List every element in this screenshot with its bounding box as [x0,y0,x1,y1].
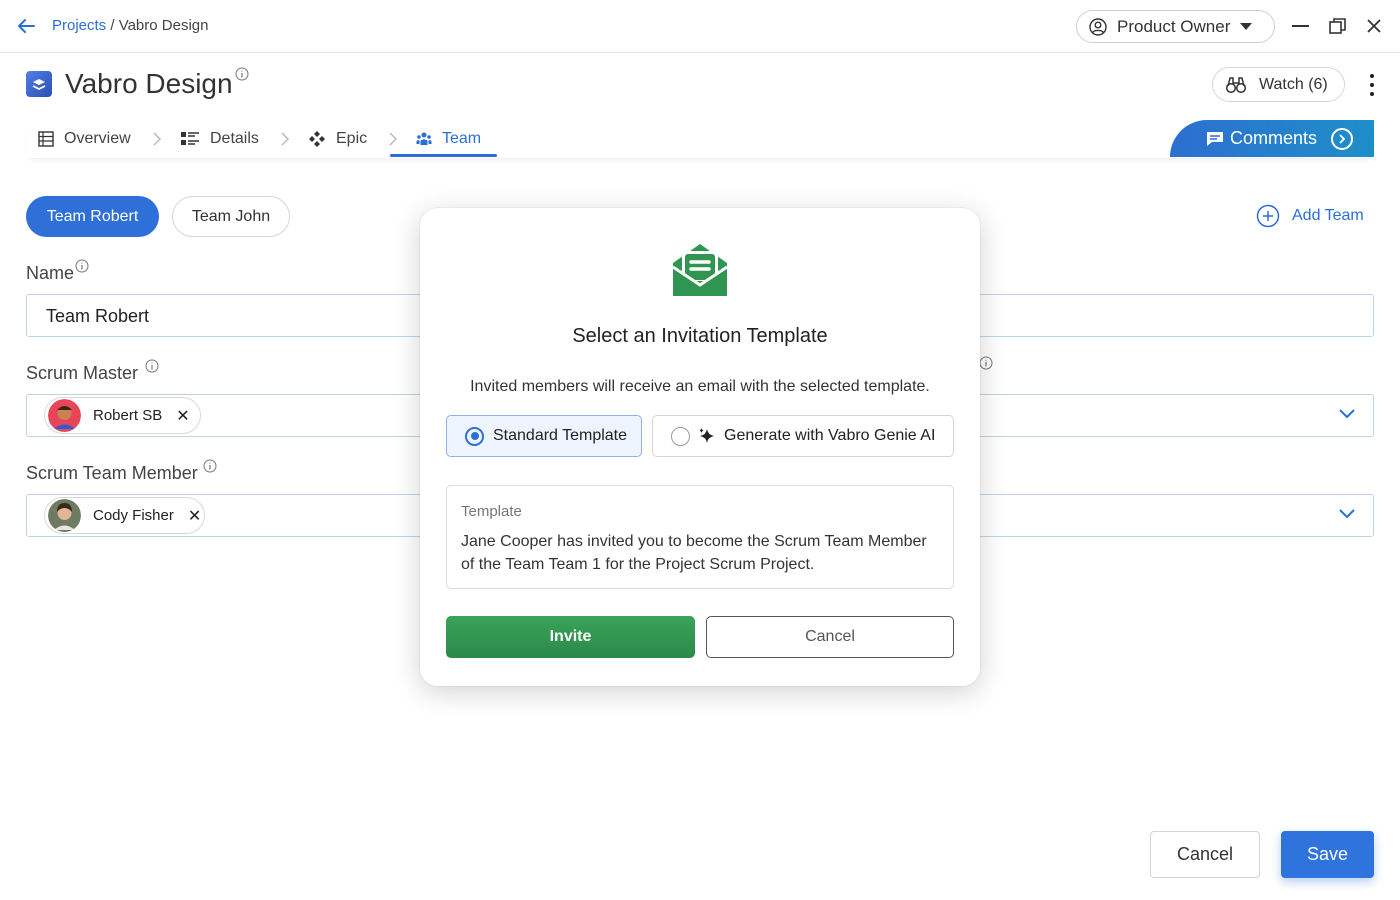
breadcrumb-separator: / [106,17,119,34]
info-icon[interactable] [979,356,993,370]
scrum-master-label: Scrum Master [26,363,139,383]
avatar [48,499,81,532]
scrum-master-name: Robert SB [93,407,163,424]
name-field-value: Team Robert [46,306,150,326]
chevron-right-icon [153,132,162,146]
team-member-name: Cody Fisher [93,507,174,524]
watch-label: Watch (6) [1259,75,1328,93]
invite-button[interactable]: Invite [446,616,695,658]
more-vertical-icon[interactable] [1364,72,1380,98]
close-window-icon[interactable] [1364,16,1384,36]
chevron-right-icon [389,132,398,146]
chevron-right-icon [281,132,290,146]
user-circle-icon [1089,17,1107,36]
info-icon[interactable] [75,259,89,273]
tab-team[interactable]: Team [416,120,481,158]
template-label: Template [461,503,522,520]
tab-epic-label: Epic [336,130,368,147]
radio-selected-icon[interactable] [465,426,484,446]
team-chip-robert[interactable]: Team Robert [26,196,159,237]
template-text: Jane Cooper has invited you to become th… [461,533,927,573]
list-icon [38,131,54,147]
generate-ai-option[interactable]: Generate with Vabro Genie AI [652,415,954,457]
restore-window-icon[interactable] [1328,16,1348,36]
sparkle-icon [699,428,714,443]
tab-overview[interactable]: Overview [38,120,131,158]
back-arrow-icon[interactable] [14,14,38,38]
invitation-template-dialog: Select an Invitation Template Invited me… [420,208,980,686]
role-select-value: Product Owner [1117,16,1231,36]
team-chip-john[interactable]: Team John [172,196,290,237]
info-icon[interactable] [235,67,249,81]
team-member-chip: Cody Fisher ✕ [44,497,205,534]
tab-overview-label: Overview [64,130,131,147]
standard-template-label: Standard Template [493,427,628,444]
add-team-label: Add Team [1292,207,1364,224]
arrow-right-circle-icon [1331,127,1354,150]
tab-details-label: Details [210,130,259,147]
dialog-description: Invited members will receive an email wi… [470,378,930,395]
team-icon [416,132,432,145]
breadcrumb-projects-link[interactable]: Projects [52,17,106,34]
active-tab-indicator [390,154,497,157]
details-icon [181,132,199,145]
comment-icon [1207,131,1223,146]
generate-ai-label: Generate with Vabro Genie AI [724,427,936,444]
standard-template-option[interactable]: Standard Template [446,415,642,457]
minimize-icon[interactable] [1292,25,1309,27]
project-logo-icon [26,71,52,97]
info-icon[interactable] [203,459,217,473]
page-title: Vabro Design [65,68,233,99]
envelope-open-icon [672,244,728,296]
info-icon[interactable] [145,359,159,373]
watch-button[interactable]: Watch (6) [1212,67,1345,102]
chevron-down-icon[interactable] [1339,409,1355,419]
tab-details[interactable]: Details [180,120,259,158]
binoculars-icon [1225,76,1247,93]
template-preview: Template Jane Cooper has invited you to … [446,485,954,589]
breadcrumb-current: Vabro Design [118,17,209,34]
plus-circle-icon [1256,204,1280,228]
dialog-cancel-button[interactable]: Cancel [706,616,954,658]
tab-epic[interactable]: Epic [308,120,367,158]
caret-down-icon [1240,23,1253,30]
scrum-team-member-label: Scrum Team Member [26,463,198,483]
remove-icon[interactable]: ✕ [188,506,201,526]
tab-team-label: Team [442,130,482,147]
name-label: Name [26,263,75,283]
radio-unselected-icon[interactable] [671,426,690,446]
comments-label: Comments [1230,128,1318,148]
breadcrumb: Projects / Vabro Design [52,17,208,34]
avatar [48,399,81,432]
save-button[interactable]: Save [1281,831,1374,878]
scrum-master-chip: Robert SB ✕ [44,397,201,434]
epic-diamond-icon [309,131,325,147]
chevron-down-icon[interactable] [1339,509,1355,519]
role-select[interactable]: Product Owner [1076,10,1275,43]
comments-button[interactable]: Comments [1170,120,1374,157]
dialog-title: Select an Invitation Template [572,325,828,347]
remove-icon[interactable]: ✕ [176,406,189,426]
add-team-button[interactable]: Add Team [1256,204,1364,228]
cancel-button[interactable]: Cancel [1150,831,1260,878]
